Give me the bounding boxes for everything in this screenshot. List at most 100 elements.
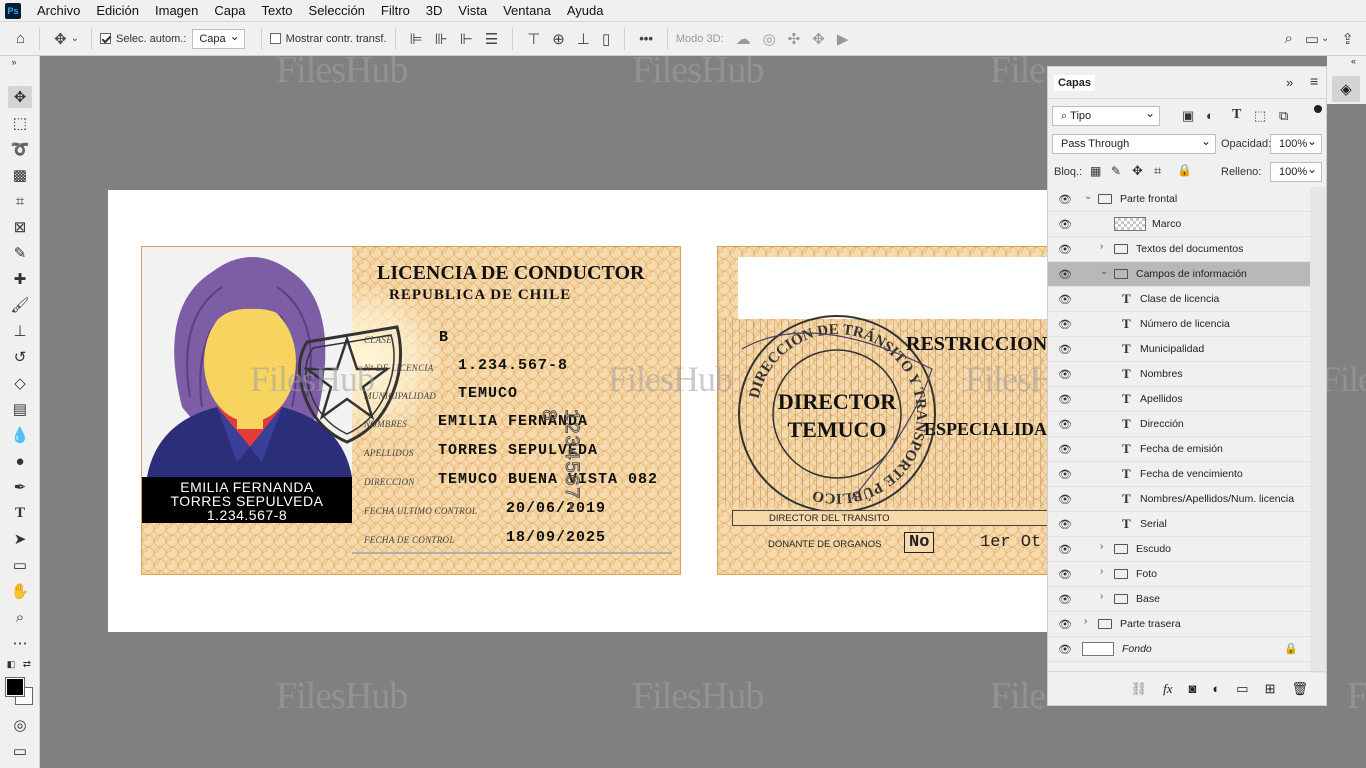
distribute-vertical-icon[interactable]: ▯ xyxy=(602,30,610,48)
chevron-down-icon[interactable]: ⌄ xyxy=(71,33,79,44)
layer-row[interactable]: 👁 🔒 Fondo xyxy=(1048,637,1310,662)
visibility-eye-icon[interactable]: 👁 xyxy=(1058,543,1072,556)
layer-row[interactable]: 👁 T Fecha de emisión xyxy=(1048,437,1310,462)
chevron-right-icon[interactable]: › xyxy=(1100,541,1103,552)
home-icon[interactable]: ⌂ xyxy=(16,30,25,47)
lock-position-icon[interactable]: ✥ xyxy=(1132,163,1143,179)
new-group-icon[interactable]: ▭ xyxy=(1236,681,1248,697)
distribute-icon[interactable]: ☰ xyxy=(485,30,498,48)
menu-item-capa[interactable]: Capa xyxy=(206,0,253,22)
foreground-color-swatch[interactable] xyxy=(5,677,25,697)
layer-row[interactable]: 👁 T Municipalidad xyxy=(1048,337,1310,362)
chevron-right-icon[interactable]: › xyxy=(1100,241,1103,252)
move-tool-icon[interactable]: ✥ xyxy=(54,30,67,48)
align-bottom-icon[interactable]: ⊥ xyxy=(577,30,590,48)
rectangle-tool-icon[interactable]: ▭ xyxy=(8,554,32,576)
layer-row[interactable]: 👁 ⌄ Campos de información xyxy=(1048,262,1310,287)
new-layer-icon[interactable]: ⊞ xyxy=(1265,681,1276,697)
search-icon[interactable]: ⌕ xyxy=(1284,30,1292,47)
visibility-eye-icon[interactable]: 👁 xyxy=(1058,318,1072,331)
chevron-right-icon[interactable]: › xyxy=(1100,591,1103,602)
pan-3d-icon[interactable]: ✣ xyxy=(788,30,801,48)
share-icon[interactable]: ⇪ xyxy=(1341,30,1354,48)
menu-item-archivo[interactable]: Archivo xyxy=(29,0,88,22)
layer-row[interactable]: 👁 T Fecha de vencimiento xyxy=(1048,462,1310,487)
layer-row[interactable]: 👁 › Base xyxy=(1048,587,1310,612)
add-mask-icon[interactable]: ◙ xyxy=(1189,681,1197,696)
visibility-eye-icon[interactable]: 👁 xyxy=(1058,268,1072,281)
layer-row[interactable]: 👁 T Clase de licencia xyxy=(1048,287,1310,312)
align-middle-icon[interactable]: ⊕ xyxy=(552,30,565,48)
healing-brush-tool-icon[interactable]: ✚ xyxy=(8,268,32,290)
menu-item-3d[interactable]: 3D xyxy=(418,0,451,22)
layer-row[interactable]: 👁 T Nombres xyxy=(1048,362,1310,387)
visibility-eye-icon[interactable]: 👁 xyxy=(1058,368,1072,381)
brush-tool-icon[interactable]: 🖌 xyxy=(8,294,32,316)
move-tool-icon[interactable]: ✥ xyxy=(8,86,32,108)
chevron-down-icon[interactable]: ⌄ xyxy=(1321,33,1329,44)
chevron-right-icon[interactable]: › xyxy=(1084,616,1087,627)
layer-row[interactable]: 👁 T Serial xyxy=(1048,512,1310,537)
object-select-tool-icon[interactable]: ▩ xyxy=(8,164,32,186)
opacity-input[interactable]: 100% xyxy=(1270,132,1322,154)
visibility-eye-icon[interactable]: 👁 xyxy=(1058,218,1072,231)
eyedropper-tool-icon[interactable]: ✎ xyxy=(8,242,32,264)
visibility-eye-icon[interactable]: 👁 xyxy=(1058,293,1072,306)
clone-stamp-tool-icon[interactable]: ⊥ xyxy=(8,320,32,342)
pen-tool-icon[interactable]: ✒ xyxy=(8,476,32,498)
more-options-icon[interactable]: ••• xyxy=(639,31,653,46)
layers-panel-toggle-icon[interactable]: ◈ xyxy=(1332,76,1360,102)
auto-select-dropdown[interactable]: Capa xyxy=(192,27,245,49)
filter-shape-icon[interactable]: ⬚ xyxy=(1254,108,1266,124)
visibility-eye-icon[interactable]: 👁 xyxy=(1058,568,1072,581)
visibility-eye-icon[interactable]: 👁 xyxy=(1058,393,1072,406)
history-brush-tool-icon[interactable]: ↺ xyxy=(8,346,32,368)
layer-row[interactable]: 👁 T Apellidos xyxy=(1048,387,1310,412)
eraser-tool-icon[interactable]: ◇ xyxy=(8,372,32,394)
visibility-eye-icon[interactable]: 👁 xyxy=(1058,418,1072,431)
layer-style-icon[interactable]: fx xyxy=(1163,681,1172,697)
visibility-eye-icon[interactable]: 👁 xyxy=(1058,518,1072,531)
orbit-3d-icon[interactable]: ☁ xyxy=(736,30,751,48)
layer-filter-dropdown[interactable]: ⌕ Tipo xyxy=(1052,104,1160,126)
menu-item-selecci-n[interactable]: Selección xyxy=(301,0,373,22)
collapse-arrows-icon[interactable]: » xyxy=(2,56,26,68)
filter-pixel-icon[interactable]: ▣ xyxy=(1182,108,1194,124)
chevron-right-icon[interactable]: › xyxy=(1100,566,1103,577)
layer-row[interactable]: 👁 T Nombres/Apellidos/Num. licencia xyxy=(1048,487,1310,512)
auto-select-checkbox[interactable] xyxy=(100,33,112,44)
menu-item-edici-n[interactable]: Edición xyxy=(88,0,147,22)
menu-item-filtro[interactable]: Filtro xyxy=(373,0,418,22)
canvas-area[interactable]: FilesHub FilesHub FilesHub FilesHub File… xyxy=(40,56,1047,768)
default-colors-icon[interactable]: ◧ xyxy=(4,658,18,670)
collapse-arrows-icon[interactable]: » xyxy=(1286,75,1293,90)
layer-row[interactable]: 👁 T Dirección xyxy=(1048,412,1310,437)
blend-mode-dropdown[interactable]: Pass Through xyxy=(1052,132,1216,154)
menu-item-ayuda[interactable]: Ayuda xyxy=(559,0,612,22)
crop-tool-icon[interactable]: ⌗ xyxy=(8,190,32,212)
align-left-icon[interactable]: ⊫ xyxy=(410,30,423,48)
chevron-down-icon[interactable]: ⌄ xyxy=(1100,266,1108,277)
visibility-eye-icon[interactable]: 👁 xyxy=(1058,343,1072,356)
hand-tool-icon[interactable]: ✋ xyxy=(8,580,32,602)
blur-tool-icon[interactable]: 💧 xyxy=(8,424,32,446)
camera-3d-icon[interactable]: ▶ xyxy=(837,30,849,48)
workspace-icon[interactable]: ▭ xyxy=(1305,30,1319,48)
visibility-eye-icon[interactable]: 👁 xyxy=(1058,443,1072,456)
visibility-eye-icon[interactable]: 👁 xyxy=(1058,243,1072,256)
lock-transparency-icon[interactable]: ▦ xyxy=(1090,164,1101,178)
visibility-eye-icon[interactable]: 👁 xyxy=(1058,493,1072,506)
document-canvas[interactable]: EMILIA FERNANDA TORRES SEPULVEDA 1.234.5… xyxy=(108,190,1047,632)
show-transform-checkbox[interactable] xyxy=(269,33,281,44)
collapse-arrows-icon[interactable]: « xyxy=(1351,56,1356,66)
gradient-tool-icon[interactable]: ▤ xyxy=(8,398,32,420)
layer-row[interactable]: 👁 T Número de licencia xyxy=(1048,312,1310,337)
menu-item-texto[interactable]: Texto xyxy=(253,0,300,22)
link-layers-icon[interactable]: ⛓ xyxy=(1131,681,1148,697)
more-tools-icon[interactable]: ⋯ xyxy=(8,632,32,654)
lock-image-icon[interactable]: ✎ xyxy=(1111,164,1121,178)
align-top-icon[interactable]: ⊤ xyxy=(527,30,540,48)
menu-item-ventana[interactable]: Ventana xyxy=(495,0,559,22)
layer-row[interactable]: 👁 › Parte trasera xyxy=(1048,612,1310,637)
roll-3d-icon[interactable]: ◎ xyxy=(763,30,776,48)
